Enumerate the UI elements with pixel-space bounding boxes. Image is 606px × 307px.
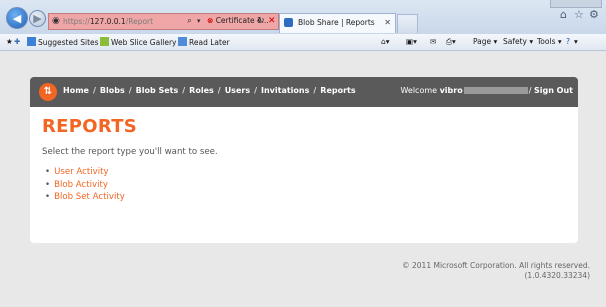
list-item: • User Activity [45, 167, 109, 177]
back-button[interactable]: ◀ [6, 7, 28, 29]
favorites-star-icon[interactable]: ★ [6, 37, 13, 46]
help-icon[interactable]: ? [566, 37, 570, 46]
site-favicon-icon [284, 18, 293, 27]
report-link-user-activity[interactable]: User Activity [54, 167, 108, 177]
read-later-link[interactable]: Read Later [178, 37, 230, 47]
window-corner [550, 0, 602, 8]
dropdown-arrow-icon[interactable]: ▾ [197, 16, 201, 27]
redacted-username [463, 87, 528, 94]
nav-roles[interactable]: Roles [189, 86, 214, 95]
tools-menu[interactable]: Tools ▾ [537, 37, 562, 46]
nav-users[interactable]: Users [225, 86, 250, 95]
page-icon: ◉ [52, 16, 60, 26]
forward-button[interactable]: ▶ [29, 10, 46, 27]
new-tab-button[interactable] [397, 14, 418, 33]
home-command-icon[interactable]: ⌂▾ [381, 37, 390, 46]
user-area: Welcome vibro / Sign Out [400, 86, 573, 95]
add-favorites-icon[interactable]: ✚ [14, 37, 20, 46]
tab-blob-share-reports[interactable]: Blob Share | Reports ✕ [279, 13, 396, 33]
sign-out-link[interactable]: Sign Out [534, 86, 573, 95]
search-icon[interactable]: ⌕ [187, 16, 192, 27]
favorites-star-icon[interactable]: ☆ [574, 8, 584, 21]
list-item: • Blob Set Activity [45, 192, 125, 202]
username: vibro [439, 86, 463, 95]
tools-gear-icon[interactable]: ⚙ [589, 8, 599, 21]
page-content: ⇅ Home / Blobs / Blob Sets / Roles / Users / Invit… [0, 51, 606, 307]
help-menu[interactable]: ▾ [574, 37, 578, 46]
list-item: • Blob Activity [45, 179, 108, 190]
nav-blobs[interactable]: Blobs [100, 86, 125, 95]
web-slice-gallery-link[interactable]: Web Slice Gallery ▾ [100, 37, 183, 47]
footer: © 2011 Microsoft Corporation. All rights… [402, 261, 590, 281]
page-menu[interactable]: Page ▾ [473, 37, 497, 46]
page-title: REPORTS [42, 116, 138, 137]
welcome-label: Welcome [400, 86, 438, 95]
close-tab-icon[interactable]: ✕ [384, 14, 391, 32]
address-bar[interactable]: ◉ https://127.0.0.1/Report ⌕ ▾ ⊗ Certifi… [48, 13, 279, 30]
nav-home[interactable]: Home [63, 86, 89, 95]
stop-icon[interactable]: ✕ [268, 16, 276, 27]
safety-menu[interactable]: Safety ▾ [503, 37, 533, 46]
nav-invitations[interactable]: Invitations [261, 86, 309, 95]
nav-reports[interactable]: Reports [320, 86, 355, 95]
blob-share-logo-icon[interactable]: ⇅ [39, 83, 57, 101]
report-link-blob-activity[interactable]: Blob Activity [54, 180, 108, 190]
browser-toolbar: ◀ ▶ ◉ https://127.0.0.1/Report ⌕ ▾ ⊗ Cer… [0, 0, 606, 35]
home-icon[interactable]: ⌂ [560, 8, 567, 21]
ie-icon [27, 37, 36, 46]
intro-text: Select the report type you'll want to se… [42, 147, 218, 157]
mail-icon[interactable]: ✉ [430, 37, 436, 46]
web-slice-icon [100, 37, 109, 46]
report-list: • User Activity • Blob Activity • Blob Set … [45, 166, 125, 204]
refresh-icon[interactable]: ↻ [257, 16, 265, 27]
copyright: © 2011 Microsoft Corporation. All rights… [402, 261, 590, 270]
report-link-blob-set-activity[interactable]: Blob Set Activity [54, 192, 125, 202]
bookmark-icon [178, 37, 187, 46]
main-nav: Home / Blobs / Blob Sets / Roles / Users / Invitat… [63, 86, 356, 95]
version: (1.0.4320.33234) [524, 271, 591, 280]
print-icon[interactable]: ⎙▾ [446, 37, 456, 47]
address-url: https://127.0.0.1/Report [63, 17, 154, 26]
site-header: ⇅ Home / Blobs / Blob Sets / Roles / Users / Invit… [30, 77, 578, 107]
suggested-sites-link[interactable]: Suggested Sites ▾ [27, 37, 105, 47]
nav-blob-sets[interactable]: Blob Sets [136, 86, 179, 95]
feeds-icon[interactable]: ▣▾ [406, 37, 417, 46]
main-panel: REPORTS Select the report type you'll wa… [30, 107, 578, 243]
favorites-bar: ★ ✚ Suggested Sites ▾ Web Slice Gallery … [0, 34, 606, 51]
